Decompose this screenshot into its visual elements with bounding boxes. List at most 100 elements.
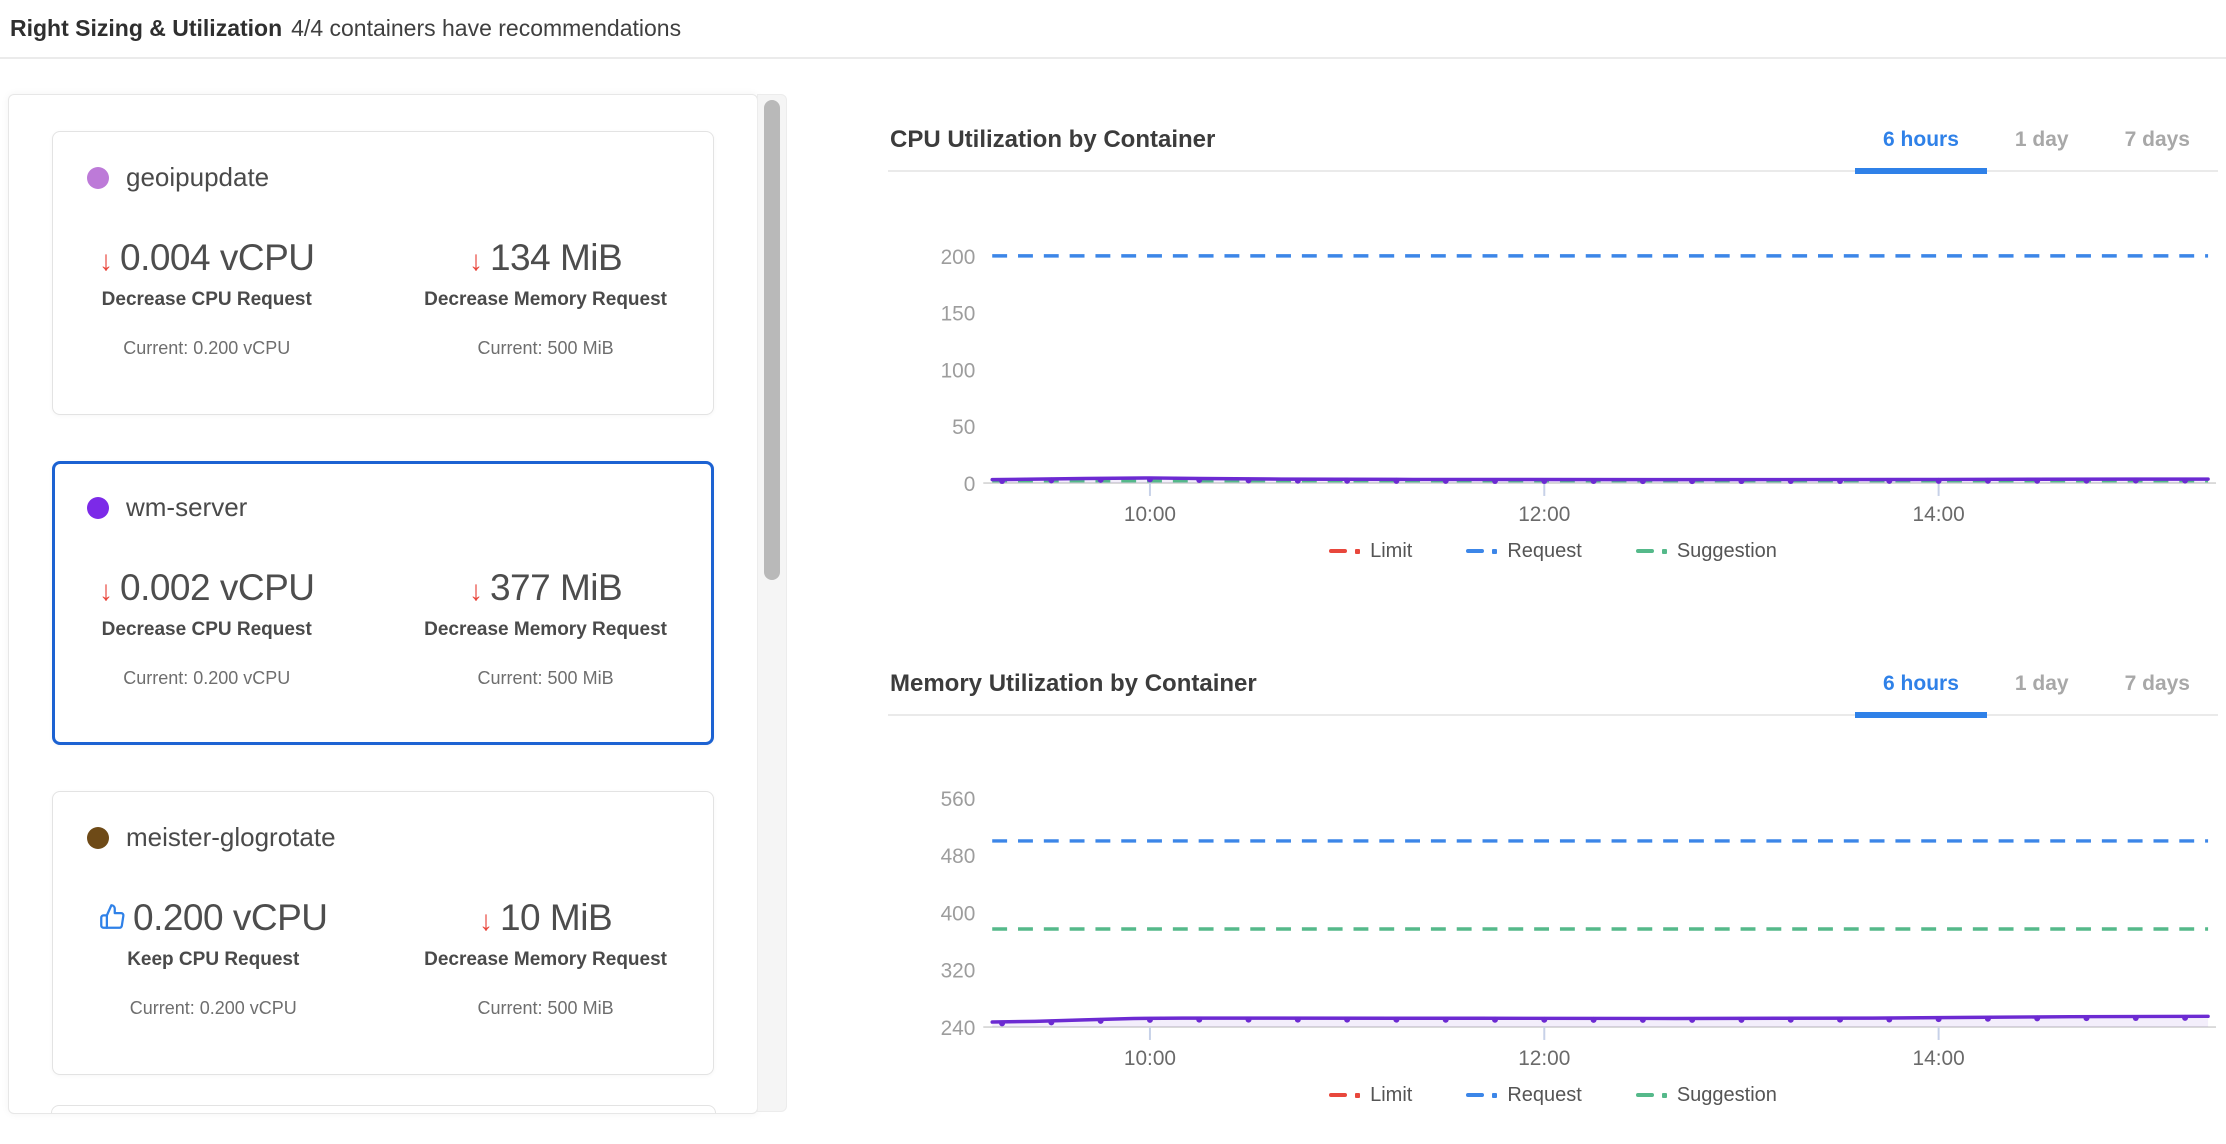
y-axis-label: 50 (952, 416, 975, 439)
cpu-recommended-value: 0.004 vCPU (120, 237, 315, 279)
sidebar-scrollbar-thumb[interactable] (764, 100, 780, 580)
y-axis-label: 100 (941, 359, 976, 382)
memory-recommendation: ↓10 MiBDecrease Memory RequestCurrent: 5… (424, 897, 667, 1019)
x-axis-label: 12:00 (1518, 1047, 1570, 1070)
y-axis-label: 480 (941, 845, 976, 868)
legend-item-suggestion: Suggestion (1636, 540, 1777, 563)
tab-1-day[interactable]: 1 day (1987, 128, 2097, 174)
legend-item-request: Request (1466, 1084, 1582, 1107)
page-title: Right Sizing & Utilization (10, 15, 282, 42)
cpu-recommendation: ↓0.004 vCPUDecrease CPU RequestCurrent: … (99, 237, 315, 359)
container-name: geoipupdate (126, 162, 269, 193)
data-point-marker (1738, 1017, 1744, 1023)
y-axis-label: 200 (941, 246, 976, 269)
data-point-marker (1048, 477, 1054, 483)
data-point-marker (2133, 1015, 2139, 1021)
memory-chart-title: Memory Utilization by Container (890, 670, 1257, 698)
data-point-marker (1196, 1017, 1202, 1023)
sidebar-scrollbar-track[interactable] (757, 94, 787, 1112)
cpu-action-label: Keep CPU Request (127, 949, 299, 971)
x-axis-label: 14:00 (1913, 503, 1965, 526)
memory-recommended-value: 134 MiB (490, 237, 622, 279)
recommendation-metrics: ↓0.004 vCPUDecrease CPU RequestCurrent: … (87, 237, 679, 359)
y-axis-label: 0 (964, 473, 976, 496)
data-point-marker (2182, 1015, 2188, 1021)
data-point-marker (1443, 478, 1449, 484)
data-point-marker (1147, 1017, 1153, 1023)
data-point-marker (1098, 1018, 1104, 1024)
legend-item-suggestion: Suggestion (1636, 1084, 1777, 1107)
container-card-meister-glogrotate[interactable]: meister-glogrotate 0.200 vCPU Keep CPU Req… (52, 791, 714, 1075)
data-point-marker (1443, 1017, 1449, 1023)
data-point-marker (1541, 478, 1547, 484)
legend-item-request: Request (1466, 540, 1582, 563)
tab-7-days[interactable]: 7 days (2097, 672, 2218, 718)
data-point-marker (1738, 478, 1744, 484)
thumbs-up-icon (99, 903, 126, 930)
tab-7-days[interactable]: 7 days (2097, 128, 2218, 174)
suggestion-swatch-icon (1636, 1093, 1667, 1098)
limit-swatch-icon (1329, 549, 1360, 554)
data-point-marker (1196, 477, 1202, 483)
memory-action-label: Decrease Memory Request (424, 619, 667, 641)
data-point-marker (1246, 477, 1252, 483)
data-point-marker (1591, 1017, 1597, 1023)
memory-recommendation: ↓134 MiBDecrease Memory RequestCurrent: … (424, 237, 667, 359)
data-point-marker (1048, 1019, 1054, 1025)
container-card-geoipupdate[interactable]: geoipupdate ↓0.004 vCPUDecrease CPU Reque… (52, 131, 714, 415)
legend-label: Suggestion (1677, 1084, 1777, 1107)
cpu-value-row: ↓0.002 vCPU (99, 567, 315, 609)
data-point-marker (2034, 478, 2040, 484)
memory-chart-legend: Limit Request Suggestion (888, 1080, 2218, 1110)
container-card-wm-server[interactable]: wm-server↓0.002 vCPUDecrease CPU Request… (52, 461, 714, 745)
limit-swatch-icon (1329, 1093, 1360, 1098)
container-name-row: wm-server (87, 492, 679, 523)
cpu-chart-title: CPU Utilization by Container (890, 126, 1215, 154)
legend-label: Limit (1370, 1084, 1412, 1107)
container-name: meister-glogrotate (126, 822, 336, 853)
container-name: wm-server (126, 492, 247, 523)
container-color-dot (87, 827, 109, 849)
data-point-marker (2133, 478, 2139, 484)
memory-value-row: ↓10 MiB (479, 897, 612, 939)
container-list-panel: geoipupdate ↓0.004 vCPUDecrease CPU Reque… (8, 94, 758, 1114)
y-axis-label: 320 (941, 960, 976, 983)
tab-1-day[interactable]: 1 day (1987, 672, 2097, 718)
data-point-marker (1936, 478, 1942, 484)
cpu-current-value: Current: 0.200 vCPU (123, 668, 290, 689)
data-point-marker (1541, 1017, 1547, 1023)
data-point-marker (999, 478, 1005, 484)
legend-item-limit: Limit (1329, 540, 1412, 563)
memory-action-label: Decrease Memory Request (424, 289, 667, 311)
data-point-marker (1147, 476, 1153, 482)
tab-6-hours[interactable]: 6 hours (1855, 672, 1987, 718)
data-point-marker (1837, 478, 1843, 484)
memory-recommended-value: 377 MiB (490, 567, 622, 609)
data-point-marker (2084, 478, 2090, 484)
data-point-marker (1393, 1017, 1399, 1023)
memory-current-value: Current: 500 MiB (478, 668, 614, 689)
memory-current-value: Current: 500 MiB (478, 338, 614, 359)
data-point-marker (1985, 478, 1991, 484)
request-swatch-icon (1466, 549, 1497, 554)
legend-label: Limit (1370, 540, 1412, 563)
data-point-marker (1246, 1017, 1252, 1023)
cpu-current-value: Current: 0.200 vCPU (130, 998, 297, 1019)
x-axis-label: 14:00 (1913, 1047, 1965, 1070)
charts-column: CPU Utilization by Container 6 hours1 da… (888, 96, 2218, 1110)
container-color-dot (87, 497, 109, 519)
container-card-partial[interactable] (51, 1105, 716, 1114)
header-divider (0, 57, 2226, 59)
data-point-marker (1492, 478, 1498, 484)
data-point-marker (1295, 478, 1301, 484)
suggestion-swatch-icon (1636, 549, 1667, 554)
data-point-marker (1344, 478, 1350, 484)
cpu-value-row: ↓0.004 vCPU (99, 237, 315, 279)
memory-recommended-value: 10 MiB (500, 897, 612, 939)
cpu-current-value: Current: 0.200 vCPU (123, 338, 290, 359)
cpu-recommended-value: 0.200 vCPU (133, 897, 328, 939)
y-axis-label: 400 (941, 902, 976, 925)
memory-chart-section: Memory Utilization by Container 6 hours1… (888, 640, 2218, 1110)
tab-6-hours[interactable]: 6 hours (1855, 128, 1987, 174)
data-point-marker (1640, 478, 1646, 484)
